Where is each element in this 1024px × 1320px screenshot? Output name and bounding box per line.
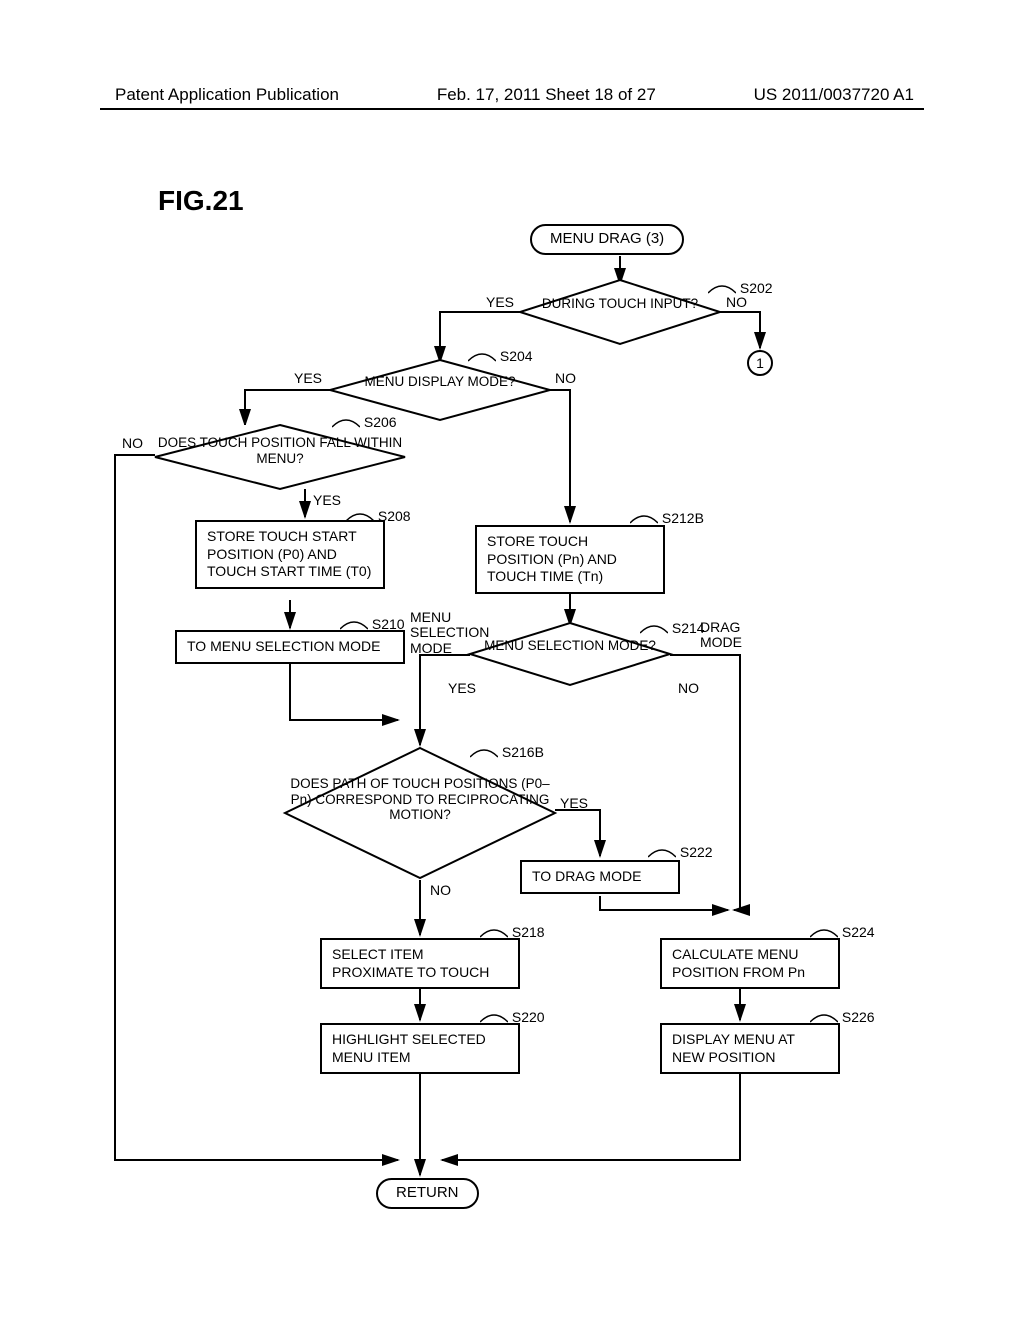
step-label-s212b: S212B <box>630 510 704 526</box>
label-s206-no: NO <box>122 435 143 451</box>
page-header: Patent Application Publication Feb. 17, … <box>0 85 1024 105</box>
header-center: Feb. 17, 2011 Sheet 18 of 27 <box>437 85 656 105</box>
label-s204-yes: YES <box>294 370 322 386</box>
label-s214-yes-side: MENU SELECTION MODE <box>410 610 490 656</box>
header-rule <box>100 108 924 110</box>
label-s214-yes: YES <box>448 680 476 696</box>
decision-s214-text: MENU SELECTION MODE? <box>470 638 670 654</box>
process-s212b-text: STORE TOUCH POSITION (Pn) AND TOUCH TIME… <box>487 533 617 584</box>
step-label-s216b: S216B <box>470 744 544 760</box>
process-s222-text: TO DRAG MODE <box>532 868 641 884</box>
flowchart-canvas: MENU DRAG (3) DURING TOUCH INPUT? S202 Y… <box>100 220 924 1220</box>
process-s220: HIGHLIGHT SELECTED MENU ITEM <box>320 1023 520 1074</box>
label-s216b-no: NO <box>430 882 451 898</box>
decision-s202: DURING TOUCH INPUT? <box>520 280 720 344</box>
terminal-return-text: RETURN <box>396 1184 459 1201</box>
label-s202-no: NO <box>726 294 747 310</box>
step-label-s218: S218 <box>480 924 545 940</box>
process-s224: CALCULATE MENU POSITION FROM Pn <box>660 938 840 989</box>
process-s210: TO MENU SELECTION MODE <box>175 630 405 664</box>
step-label-s206: S206 <box>332 414 397 430</box>
label-s206-yes: YES <box>313 492 341 508</box>
process-s226-text: DISPLAY MENU AT NEW POSITION <box>672 1031 795 1065</box>
process-s220-text: HIGHLIGHT SELECTED MENU ITEM <box>332 1031 486 1065</box>
terminal-return: RETURN <box>376 1178 479 1209</box>
figure-label: FIG.21 <box>158 185 244 217</box>
decision-s216b: DOES PATH OF TOUCH POSITIONS (P0–Pn) COR… <box>285 748 555 878</box>
process-s208: STORE TOUCH START POSITION (P0) AND TOUC… <box>195 520 385 589</box>
step-label-s220: S220 <box>480 1009 545 1025</box>
step-label-s210: S210 <box>340 616 405 632</box>
header-left: Patent Application Publication <box>115 85 339 105</box>
decision-s204-text: MENU DISPLAY MODE? <box>330 374 550 390</box>
step-label-s208: S208 <box>346 508 411 524</box>
process-s218-text: SELECT ITEM PROXIMATE TO TOUCH <box>332 946 489 980</box>
label-s216b-yes: YES <box>560 795 588 811</box>
label-s202-yes: YES <box>486 294 514 310</box>
label-s204-no: NO <box>555 370 576 386</box>
step-label-s222: S222 <box>648 844 713 860</box>
label-s214-no: NO <box>678 680 699 696</box>
terminal-start-text: MENU DRAG (3) <box>550 230 664 247</box>
step-label-s204: S204 <box>468 348 533 364</box>
step-label-s224: S224 <box>810 924 875 940</box>
decision-s204: MENU DISPLAY MODE? <box>330 360 550 420</box>
terminal-start: MENU DRAG (3) <box>530 224 684 255</box>
decision-s202-text: DURING TOUCH INPUT? <box>520 296 720 312</box>
process-s226: DISPLAY MENU AT NEW POSITION <box>660 1023 840 1074</box>
process-s224-text: CALCULATE MENU POSITION FROM Pn <box>672 946 805 980</box>
decision-s206: DOES TOUCH POSITION FALL WITHIN MENU? <box>155 425 405 489</box>
header-right: US 2011/0037720 A1 <box>754 85 914 105</box>
process-s210-text: TO MENU SELECTION MODE <box>187 638 380 654</box>
process-s208-text: STORE TOUCH START POSITION (P0) AND TOUC… <box>207 528 371 579</box>
connector-1: 1 <box>747 350 773 376</box>
process-s222: TO DRAG MODE <box>520 860 680 894</box>
step-label-s214: S214 <box>640 620 705 636</box>
decision-s216b-text: DOES PATH OF TOUCH POSITIONS (P0–Pn) COR… <box>285 776 555 823</box>
decision-s206-text: DOES TOUCH POSITION FALL WITHIN MENU? <box>155 435 405 466</box>
process-s218: SELECT ITEM PROXIMATE TO TOUCH <box>320 938 520 989</box>
step-label-s226: S226 <box>810 1009 875 1025</box>
label-s214-no-side: DRAG MODE <box>700 620 760 651</box>
process-s212b: STORE TOUCH POSITION (Pn) AND TOUCH TIME… <box>475 525 665 594</box>
